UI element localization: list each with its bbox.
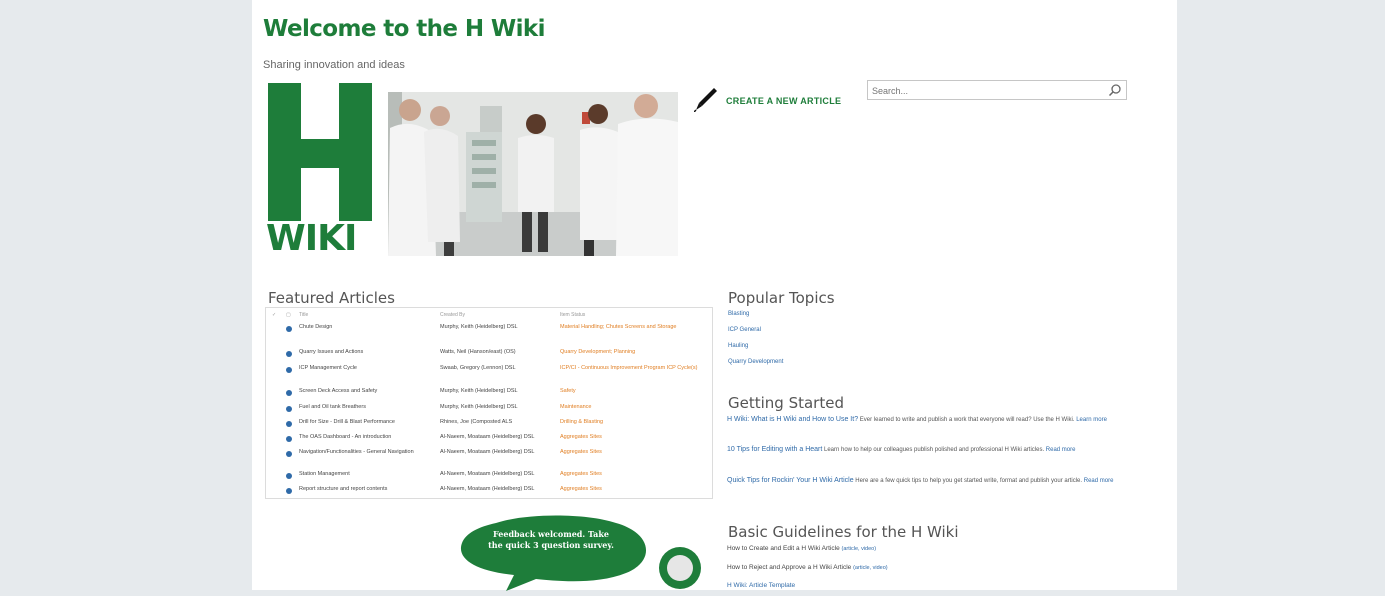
getting-started-desc: Here are a few quick tips to help you ge… (855, 478, 1083, 484)
featured-articles-table: ✓ ▢ Title Created By Item Status Chute D… (265, 307, 713, 499)
article-title[interactable]: Quarry Issues and Actions (299, 349, 417, 356)
article-title[interactable]: Chute Design (299, 324, 417, 331)
feedback-text: Feedback welcomed. Take the quick 3 ques… (488, 529, 614, 550)
column-header-title[interactable]: Title (299, 312, 308, 318)
article-tags[interactable]: Maintenance (560, 404, 710, 411)
popular-topics-list: Blasting ICP General Hauling Quarry Deve… (728, 311, 783, 365)
column-header-created-by[interactable]: Created By (440, 312, 465, 318)
topic-link[interactable]: Quarry Development (728, 359, 783, 365)
document-icon (286, 451, 292, 457)
article-tags[interactable]: Aggregates Sites (560, 471, 710, 478)
document-icon (286, 367, 292, 373)
getting-started-item: Quick Tips for Rockin' Your H Wiki Artic… (727, 475, 1167, 487)
team-photo (388, 92, 678, 256)
article-tags[interactable]: Quarry Development; Planning (560, 349, 710, 356)
document-icon (286, 421, 292, 427)
guidelines-heading: Basic Guidelines for the H Wiki (728, 523, 959, 541)
article-tags[interactable]: ICP/CI - Continuous Improvement Program … (560, 365, 710, 372)
team-photo-image (388, 92, 678, 256)
logo-wiki-text: WIKI (266, 218, 357, 259)
getting-started-item: H Wiki: What is H Wiki and How to Use It… (727, 414, 1167, 426)
survey-badge-icon[interactable] (659, 547, 701, 589)
guideline-label[interactable]: How to Create and Edit a H Wiki Article (727, 545, 840, 552)
article-tags[interactable]: Material Handling; Chutes Screens and St… (560, 324, 710, 331)
feedback-bubble[interactable]: Feedback welcomed. Take the quick 3 ques… (456, 515, 652, 591)
article-tags[interactable]: Aggregates Sites (560, 449, 710, 456)
article-title[interactable]: The OAS Dashboard - An introduction (299, 434, 417, 441)
article-author: Murphy, Keith (Heidelberg) DSL (440, 324, 518, 330)
page-title: Welcome to the H Wiki (263, 16, 546, 42)
read-more-link[interactable]: Read more (1046, 447, 1076, 453)
guideline-item[interactable]: How to Reject and Approve a H Wiki Artic… (727, 564, 1167, 571)
document-icon (286, 488, 292, 494)
table-header: ✓ ▢ Title Created By Item Status (266, 311, 712, 321)
article-title[interactable]: Screen Deck Access and Safety (299, 388, 417, 395)
getting-started-link[interactable]: 10 Tips for Editing with a Heart (727, 446, 822, 453)
article-tags[interactable]: Safety (560, 388, 710, 395)
h-wiki-logo: WIKI (266, 83, 372, 259)
create-article-link[interactable]: CREATE A NEW ARTICLE (694, 85, 841, 113)
article-author: Watts, Neil (Hanson/east) (OS) (440, 349, 516, 355)
guideline-sub-links[interactable]: (article, video) (853, 565, 888, 571)
pen-icon (694, 88, 717, 112)
popular-topics-heading: Popular Topics (728, 289, 835, 307)
page-subtitle: Sharing innovation and ideas (263, 59, 405, 71)
document-icon (286, 390, 292, 396)
article-author: Swaab, Gregory (Lennon) DSL (440, 365, 516, 371)
article-title[interactable]: Navigation/Functionalities - General Nav… (299, 449, 417, 456)
getting-started-desc: Learn how to help our colleagues publish… (824, 447, 1045, 453)
article-title[interactable]: Fuel and Oil tank Breathers (299, 404, 417, 411)
speech-bubble-shape (460, 515, 647, 591)
create-article-label: CREATE A NEW ARTICLE (726, 96, 842, 106)
search-box (867, 80, 1127, 100)
article-tags[interactable]: Aggregates Sites (560, 434, 710, 441)
check-all-icon[interactable]: ✓ (272, 312, 276, 318)
search-input[interactable] (868, 82, 1106, 100)
search-icon[interactable] (1108, 83, 1122, 97)
guideline-sub-links[interactable]: (article, video) (842, 546, 877, 552)
wiki-page: Welcome to the H Wiki Sharing innovation… (252, 0, 1177, 591)
article-tags[interactable]: Drilling & Blasting (560, 419, 710, 426)
getting-started-item: 10 Tips for Editing with a Heart Learn h… (727, 444, 1167, 456)
article-author: Al-Naeem, Moataam (Heidelberg) DSL (440, 471, 535, 477)
document-icon (286, 406, 292, 412)
document-icon (286, 351, 292, 357)
getting-started-heading: Getting Started (728, 394, 844, 412)
document-icon (286, 473, 292, 479)
featured-heading: Featured Articles (268, 289, 395, 307)
getting-started-link[interactable]: Quick Tips for Rockin' Your H Wiki Artic… (727, 477, 854, 484)
article-title[interactable]: Drill for Size - Drill & Blast Performan… (299, 419, 417, 426)
doc-type-icon: ▢ (286, 312, 291, 318)
read-more-link[interactable]: Read more (1084, 478, 1114, 484)
survey-badge-inner (667, 555, 693, 581)
document-icon (286, 326, 292, 332)
logo-h-crossbar (268, 139, 372, 168)
document-icon (286, 436, 292, 442)
article-author: Rhines, Joe (Composted ALS (440, 419, 513, 425)
learn-more-link[interactable]: Learn more (1076, 417, 1107, 423)
article-author: Al-Naeem, Moataam (Heidelberg) DSL (440, 434, 535, 440)
article-title[interactable]: Report structure and report contents (299, 486, 417, 493)
getting-started-desc: Ever learned to write and publish a work… (859, 417, 1075, 423)
guideline-label[interactable]: How to Reject and Approve a H Wiki Artic… (727, 564, 851, 571)
article-author: Murphy, Keith (Heidelberg) DSL (440, 388, 518, 394)
topic-link[interactable]: ICP General (728, 327, 783, 333)
guideline-item[interactable]: H Wiki: Article Template (727, 582, 1167, 589)
article-author: Al-Naeem, Moataam (Heidelberg) DSL (440, 486, 535, 492)
guideline-label[interactable]: H Wiki: Article Template (727, 582, 795, 589)
article-tags[interactable]: Aggregates Sites (560, 486, 710, 493)
article-title[interactable]: Station Management (299, 471, 417, 478)
guideline-item[interactable]: How to Create and Edit a H Wiki Article … (727, 545, 1167, 552)
article-title[interactable]: ICP Management Cycle (299, 365, 417, 372)
topic-link[interactable]: Hauling (728, 343, 783, 349)
article-author: Al-Naeem, Moataam (Heidelberg) DSL (440, 449, 535, 455)
article-author: Murphy, Keith (Heidelberg) DSL (440, 404, 518, 410)
getting-started-link[interactable]: H Wiki: What is H Wiki and How to Use It… (727, 416, 858, 423)
column-header-status[interactable]: Item Status (560, 312, 585, 318)
topic-link[interactable]: Blasting (728, 311, 783, 317)
